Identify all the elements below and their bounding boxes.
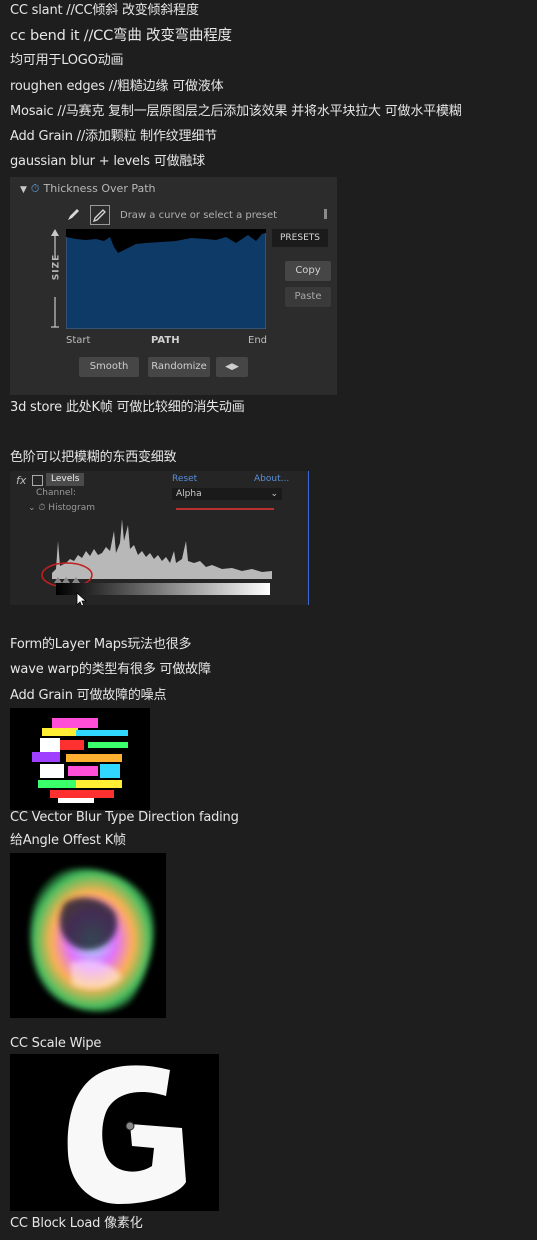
reset-link: Reset	[172, 474, 198, 484]
pencil-icon	[90, 205, 110, 225]
text-line: CC slant //CC倾斜 改变倾斜程度	[10, 3, 199, 18]
path-label: PATH	[151, 335, 180, 346]
text-line: CC Scale Wipe	[10, 1036, 102, 1051]
panel-title: Thickness Over Path	[43, 182, 156, 195]
text-line: 色阶可以把模糊的东西变细致	[10, 450, 177, 465]
text-line: roughen edges //粗糙边缘 可做液体	[10, 79, 224, 94]
text-line: Add Grain //添加颗粒 制作纹理细节	[10, 129, 217, 144]
text-line: 均可用于LOGO动画	[10, 53, 124, 68]
paste-button: Paste	[285, 287, 331, 307]
path-end-label: End	[248, 335, 268, 346]
side-marker	[324, 209, 327, 219]
chevron-down-icon: ⌄	[270, 489, 278, 499]
draw-hint: Draw a curve or select a preset	[120, 210, 278, 221]
smooth-button: Smooth	[79, 357, 139, 377]
thickness-over-path-screenshot: ▼ ⏱ Thickness Over Path Draw a curve or se…	[10, 177, 337, 395]
randomize-button: Randomize	[148, 357, 210, 377]
about-link: About...	[254, 474, 290, 484]
text-line: wave warp的类型有很多 可做故障	[10, 662, 211, 677]
size-axis-label: SIZE	[51, 253, 62, 281]
pen-icon	[68, 209, 79, 220]
text-line: CC Vector Blur Type Direction fading	[10, 810, 239, 825]
panel-header: ▼ ⏱ Thickness Over Path	[20, 182, 156, 196]
levels-gradient-bar	[56, 583, 270, 595]
text-line: 给Angle Offest K帧	[10, 833, 126, 848]
fx-label: fx	[16, 474, 27, 487]
text-line: Add Grain 可做故障的噪点	[10, 688, 167, 703]
text-line: gaussian blur + levels 可做融球	[10, 154, 205, 169]
arrows-icon: ◀▶	[216, 357, 248, 377]
glitch-letter-image	[10, 708, 150, 810]
text-line: Mosaic //马赛克 复制一层原图层之后添加该效果 并将水平块拉大 可做水平…	[10, 104, 462, 119]
text-line: 3d store 此处K帧 可做比较细的消失动画	[10, 400, 245, 415]
effect-name: Levels	[46, 473, 85, 486]
thickness-graph	[66, 229, 266, 329]
copy-button: Copy	[285, 261, 331, 281]
mouse-cursor-icon	[76, 592, 88, 605]
path-start-label: Start	[66, 335, 91, 346]
text-line: cc bend it //CC弯曲 改变弯曲程度	[10, 28, 232, 44]
text-line: CC Block Load 像素化	[10, 1216, 143, 1231]
channel-label: Channel:	[36, 488, 76, 498]
channel-value: Alpha	[176, 489, 202, 499]
presets-button: PRESETS	[272, 229, 328, 247]
red-underline-mark	[176, 508, 274, 510]
vector-blur-image	[10, 853, 166, 1018]
levels-panel-screenshot: fx Levels Reset About... Channel: Alpha ⌄…	[10, 471, 309, 605]
stopwatch-icon: ⏱	[30, 182, 40, 195]
disclosure-triangle-icon: ▼	[20, 185, 27, 195]
channel-select: Alpha ⌄	[172, 488, 282, 500]
fx-toggle-icon	[32, 475, 43, 486]
text-line: Form的Layer Maps玩法也很多	[10, 637, 192, 652]
scale-wipe-image	[10, 1054, 219, 1211]
